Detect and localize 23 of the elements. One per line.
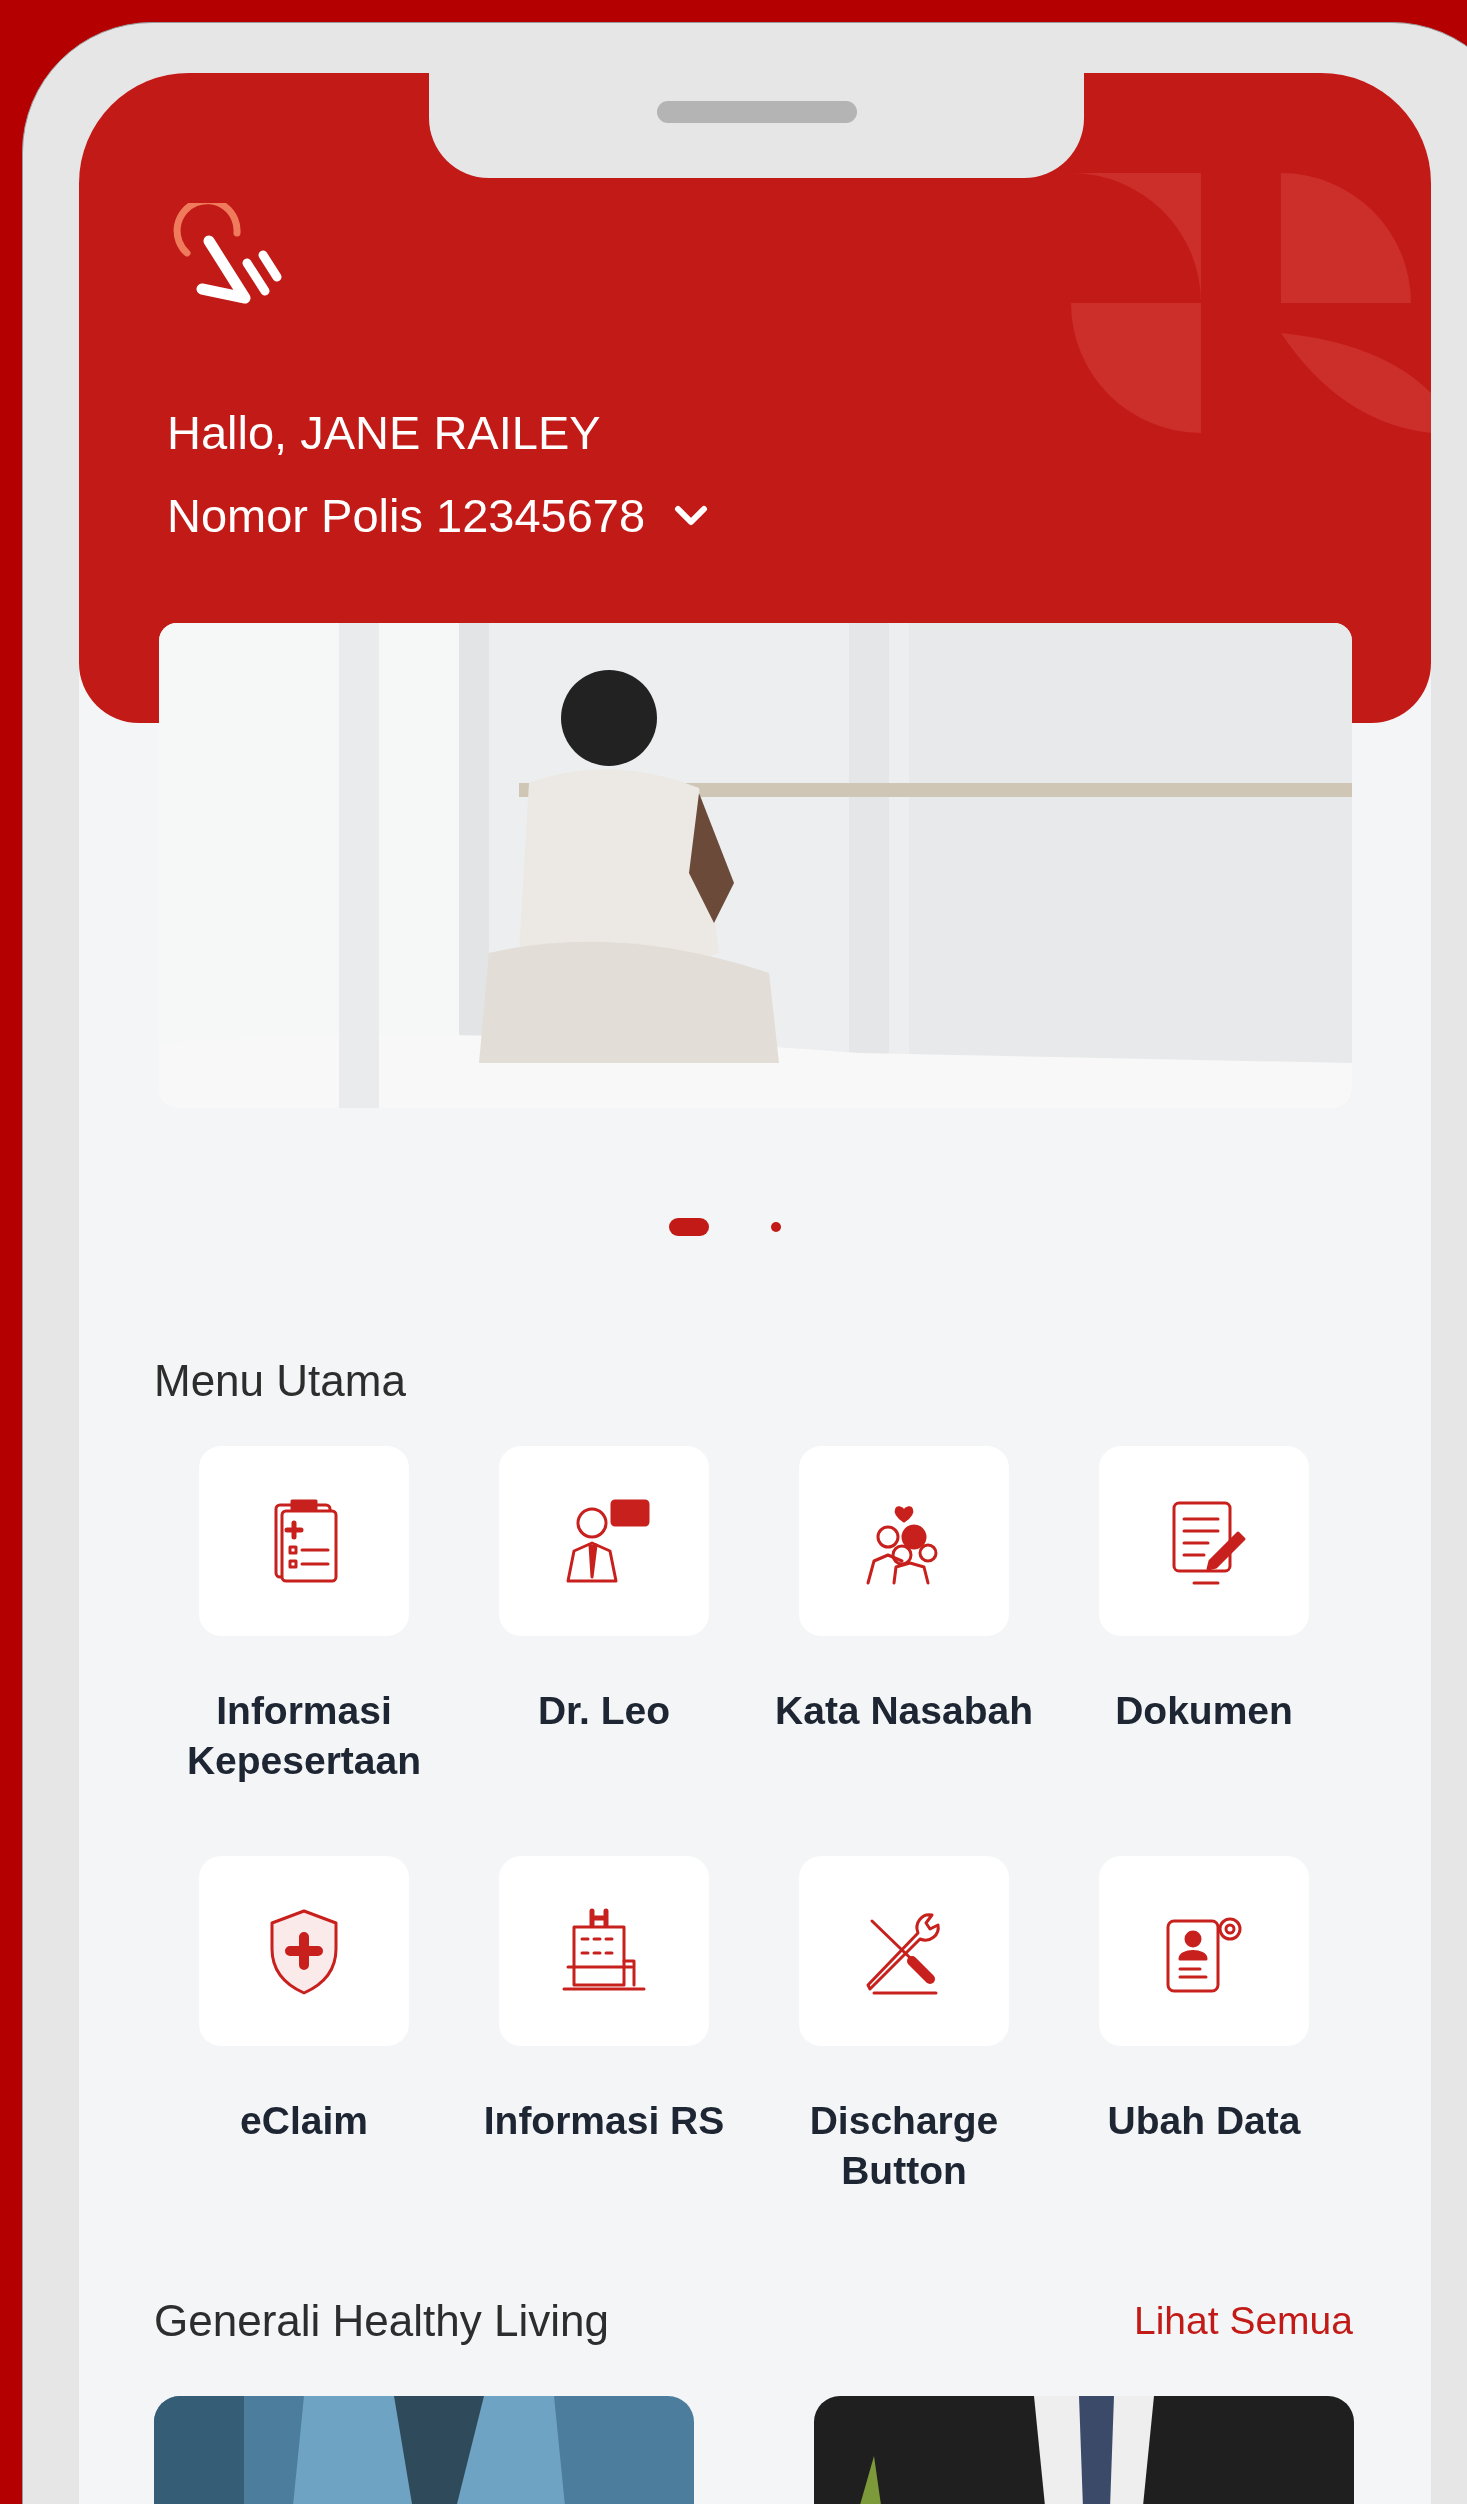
menu-tile[interactable]	[499, 1446, 709, 1636]
carousel-dot[interactable]	[771, 1222, 781, 1232]
greeting-text: Hallo, JANE RAILEY	[167, 405, 602, 460]
menu-tile[interactable]	[799, 1856, 1009, 2046]
menu-label: Informasi Kepesertaan	[185, 1688, 423, 1784]
menu-label: Ubah Data	[1106, 2098, 1302, 2144]
menu-label: Kata Nasabah	[774, 1688, 1034, 1734]
policy-number: Nomor Polis 12345678	[167, 488, 646, 543]
menu-tile[interactable]	[199, 1856, 409, 2046]
section-title: Generali Healthy Living	[154, 2296, 609, 2346]
menu-label: Discharge Button	[808, 2098, 1000, 2194]
menu-label: Dokumen	[1114, 1688, 1294, 1734]
section-title: Menu Utama	[154, 1356, 407, 1406]
menu-tile[interactable]	[1099, 1446, 1309, 1636]
menu-label: Informasi RS	[482, 2098, 726, 2144]
menu-tile[interactable]	[199, 1446, 409, 1636]
menu-tile[interactable]	[799, 1446, 1009, 1636]
see-all-link[interactable]: Lihat Semua	[1134, 2299, 1353, 2343]
chevron-down-icon[interactable]	[673, 503, 710, 528]
menu-tile[interactable]	[1099, 1856, 1309, 2046]
menu-tile[interactable]	[499, 1856, 709, 2046]
menu-label: eClaim	[239, 2098, 369, 2144]
menu-label: Dr. Leo	[536, 1688, 672, 1734]
